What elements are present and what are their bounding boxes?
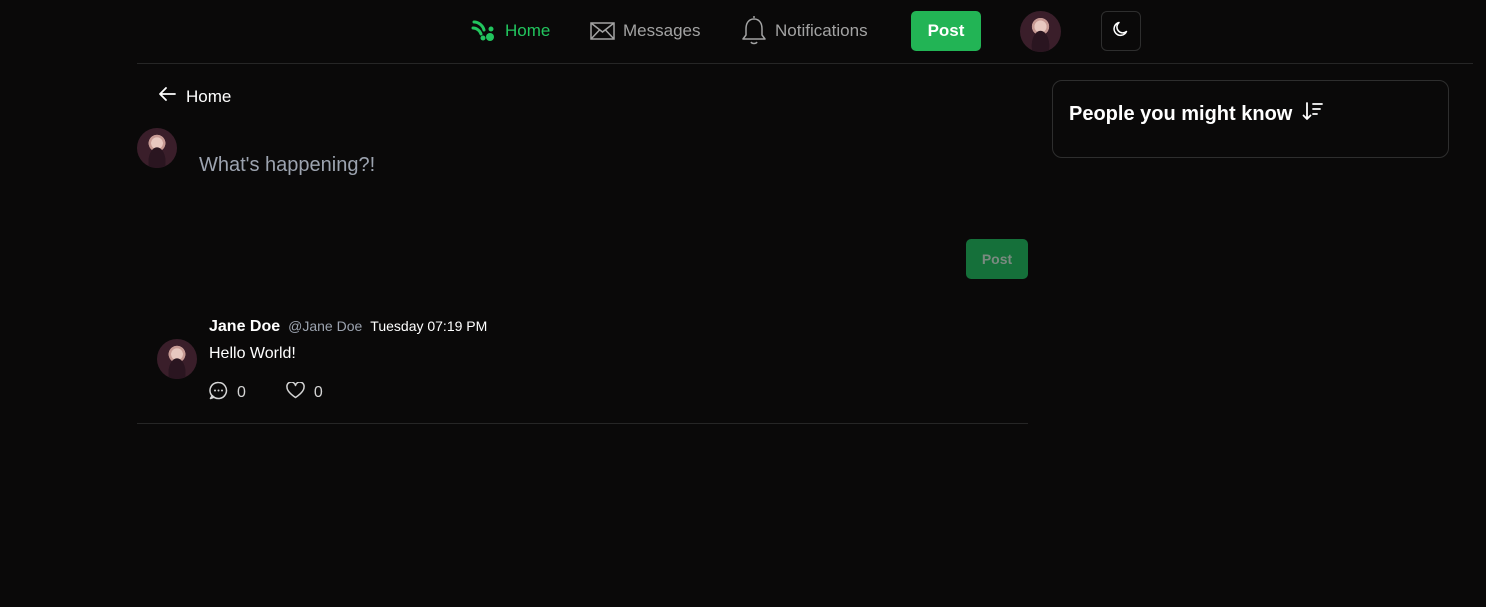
top-navigation: Home Messages Notifications Post	[0, 0, 1486, 63]
nav-home-label: Home	[505, 21, 551, 40]
compose-avatar	[137, 128, 177, 168]
moon-icon	[1112, 20, 1130, 43]
nav-notifications[interactable]: Notifications	[741, 16, 868, 46]
nav-messages[interactable]: Messages	[590, 16, 700, 46]
bell-icon	[741, 16, 767, 46]
comment-count: 0	[237, 384, 246, 401]
post-author-handle: @Jane Doe	[288, 318, 363, 334]
post-actions: 0 0	[209, 381, 323, 405]
heart-icon	[286, 381, 305, 404]
like-count: 0	[313, 384, 323, 401]
comment-icon	[209, 381, 228, 405]
compose-input[interactable]	[199, 145, 999, 185]
post-header: Jane Doe @Jane Doe Tuesday 07:19 PM	[209, 318, 487, 336]
post-timestamp: Tuesday 07:19 PM	[370, 318, 488, 334]
header-divider	[137, 63, 1473, 64]
like-button[interactable]: 0	[286, 381, 323, 405]
back-home-label: Home	[186, 86, 232, 106]
user-avatar[interactable]	[1020, 11, 1061, 52]
nav-notifications-label: Notifications	[775, 21, 868, 40]
post-author-name[interactable]: Jane Doe	[209, 318, 280, 336]
people-suggestions-card: People you might know	[1052, 80, 1449, 158]
people-suggestions-title: People you might know	[1069, 102, 1293, 125]
home-logo-icon	[471, 18, 497, 44]
envelope-icon	[590, 21, 615, 41]
nav-messages-label: Messages	[623, 21, 701, 40]
back-home-link[interactable]: Home	[158, 86, 231, 107]
people-suggestions-header: People you might know	[1069, 100, 1324, 128]
nav-home[interactable]: Home	[471, 16, 550, 46]
post-author-avatar[interactable]	[157, 339, 197, 379]
compose-post-button[interactable]: Post	[966, 239, 1028, 279]
sort-descending-icon[interactable]	[1302, 100, 1324, 128]
post-button[interactable]: Post	[911, 11, 981, 51]
comment-button[interactable]: 0	[209, 381, 246, 405]
feed-divider	[137, 423, 1028, 424]
theme-toggle-button[interactable]	[1101, 11, 1141, 51]
post-body: Hello World!	[209, 345, 296, 362]
arrow-left-icon	[158, 86, 176, 107]
